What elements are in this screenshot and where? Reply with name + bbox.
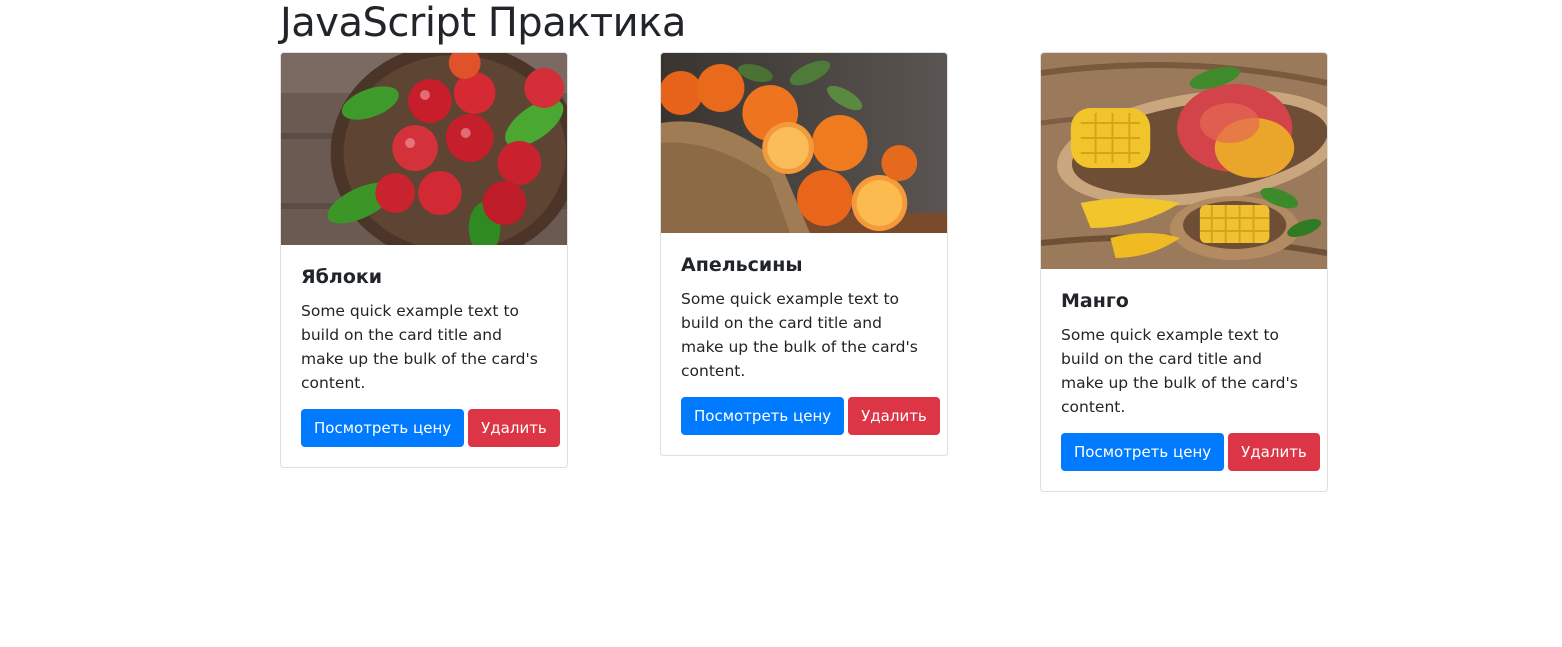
page-title: JavaScript Практика <box>280 0 686 46</box>
card-text: Some quick example text to build on the … <box>681 290 918 380</box>
card-title: Манго <box>1061 290 1129 312</box>
card-title: Апельсины <box>681 254 803 276</box>
card-body: Яблоки Some quick example text to build … <box>281 245 567 467</box>
product-card-mango: Манго Some quick example text to build o… <box>1040 52 1328 492</box>
view-price-button[interactable]: Посмотреть цену <box>1061 433 1225 471</box>
product-card-oranges: Апельсины Some quick example text to bui… <box>660 52 948 456</box>
delete-button[interactable]: Удалить <box>848 397 940 435</box>
delete-button[interactable]: Удалить <box>1228 433 1320 471</box>
view-price-button[interactable]: Посмотреть цену <box>681 397 845 435</box>
card-body: Манго Some quick example text to build o… <box>1041 269 1327 491</box>
card-actions: Посмотреть цену Удалить <box>681 397 940 435</box>
page-container: JavaScript Практика Яблоки Some quick ex… <box>280 0 1330 647</box>
card-actions: Посмотреть цену Удалить <box>301 409 560 447</box>
oranges-photo <box>661 53 947 233</box>
mango-photo <box>1041 53 1327 269</box>
card-text: Some quick example text to build on the … <box>301 302 538 392</box>
product-card-apples: Яблоки Some quick example text to build … <box>280 52 568 468</box>
card-body: Апельсины Some quick example text to bui… <box>661 233 947 455</box>
card-text: Some quick example text to build on the … <box>1061 326 1298 416</box>
delete-button[interactable]: Удалить <box>468 409 560 447</box>
card-title: Яблоки <box>301 266 383 288</box>
view-price-button[interactable]: Посмотреть цену <box>301 409 465 447</box>
apples-photo <box>281 53 567 245</box>
card-actions: Посмотреть цену Удалить <box>1061 433 1320 471</box>
